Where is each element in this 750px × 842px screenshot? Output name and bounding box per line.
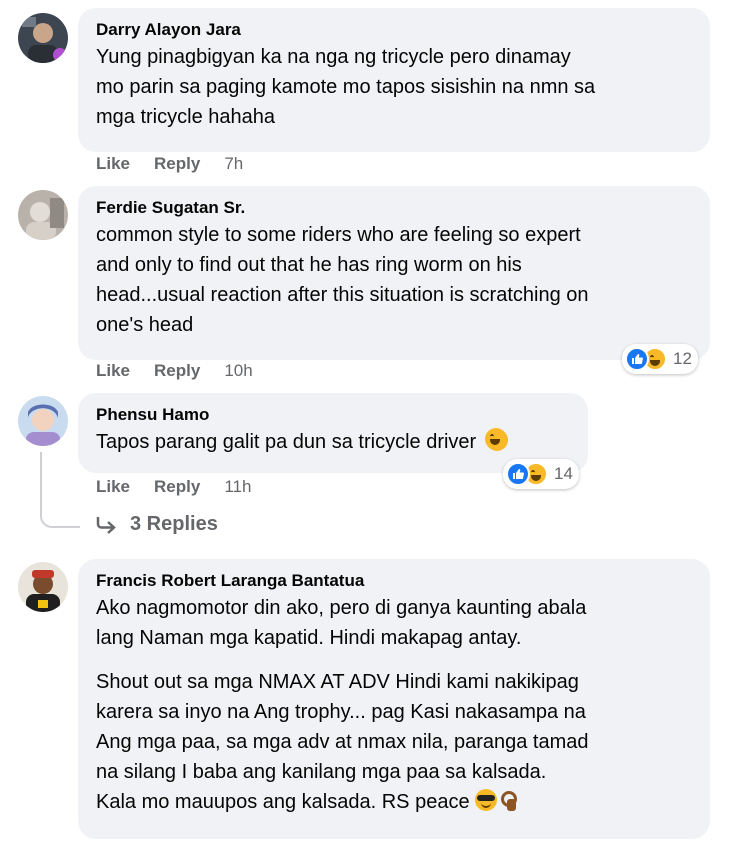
comment-paragraph: Shout out sa mga NMAX AT ADV Hindi kami … [96,667,694,817]
reaction-count: 12 [673,349,692,368]
comment-line-text: Kala mo mauupos ang kalsada. RS peace [96,791,470,813]
comment-actions: Like Reply 7h [96,154,243,174]
view-replies-label: 3 Replies [130,513,218,535]
like-button[interactable]: Like [96,477,130,497]
comment-text: Yung pinagbigyan ka na nga ng tricycle p… [96,42,694,132]
comment-line: lang Naman mga kapatid. Hindi makapag an… [96,627,522,649]
comment-line: mga tricycle hahaha [96,106,275,128]
thread-connector-line [40,452,80,528]
avatar[interactable] [18,13,68,63]
comment-bubble: Darry Alayon Jara Yung pinagbigyan ka na… [78,8,710,152]
avatar[interactable] [18,190,68,240]
comment-line: karera sa inyo na Ang trophy... pag Kasi… [96,701,586,723]
avatar[interactable] [18,396,68,446]
avatar[interactable] [18,562,68,612]
comment-timestamp[interactable]: 7h [224,154,243,174]
reply-arrow-icon [96,516,116,534]
like-icon [506,462,530,486]
view-replies-button[interactable]: 3 Replies [96,513,218,536]
comment-actions: Like Reply 11h [96,477,251,497]
reaction-count: 14 [554,464,573,483]
comment-line: common style to some riders who are feel… [96,224,581,246]
comment-line: Kala mo mauupos ang kalsada. RS peace [96,787,694,817]
comment-text: common style to some riders who are feel… [96,220,694,340]
laughing-emoji-icon [484,428,508,451]
reply-button[interactable]: Reply [154,477,200,497]
comment-actions: Like Reply 10h [96,361,253,381]
comment-line: na silang I baba ang kanilang mga paa sa… [96,761,547,783]
comment-author[interactable]: Phensu Hamo [96,403,572,427]
comment-line: Yung pinagbigyan ka na nga ng tricycle p… [96,46,571,68]
comment-author[interactable]: Francis Robert Laranga Bantatua [96,569,694,593]
comment-line: Ang mga paa, sa mga adv at nmax nila, pa… [96,731,589,753]
comment-line: Shout out sa mga NMAX AT ADV Hindi kami … [96,671,579,693]
comment-paragraph: Ako nagmomotor din ako, pero di ganya ka… [96,593,694,653]
reply-button[interactable]: Reply [154,154,200,174]
sunglasses-emoji-icon [475,789,498,811]
reply-button[interactable]: Reply [154,361,200,381]
comment-line: mo parin sa paging kamote mo tapos sisis… [96,76,596,98]
comment-line: head...usual reaction after this situati… [96,284,589,306]
reaction-summary[interactable]: 14 [503,459,579,489]
comment-author[interactable]: Darry Alayon Jara [96,18,694,42]
comment-line: and only to find out that he has ring wo… [96,254,522,276]
comment-bubble: Ferdie Sugatan Sr. common style to some … [78,186,710,360]
comment-author[interactable]: Ferdie Sugatan Sr. [96,196,694,220]
like-icon [625,347,649,371]
reaction-summary[interactable]: 12 [622,344,698,374]
like-button[interactable]: Like [96,154,130,174]
comment-timestamp[interactable]: 11h [224,477,251,497]
comment-bubble: Francis Robert Laranga Bantatua Ako nagm… [78,559,710,839]
comment-timestamp[interactable]: 10h [224,361,252,381]
comment-text: Tapos parang galit pa dun sa tricycle dr… [96,427,572,457]
comment-line: Tapos parang galit pa dun sa tricycle dr… [96,431,477,453]
comment-line: one's head [96,314,194,336]
comment-line: Ako nagmomotor din ako, pero di ganya ka… [96,597,587,619]
ok-hand-emoji-icon [499,789,518,811]
like-button[interactable]: Like [96,361,130,381]
